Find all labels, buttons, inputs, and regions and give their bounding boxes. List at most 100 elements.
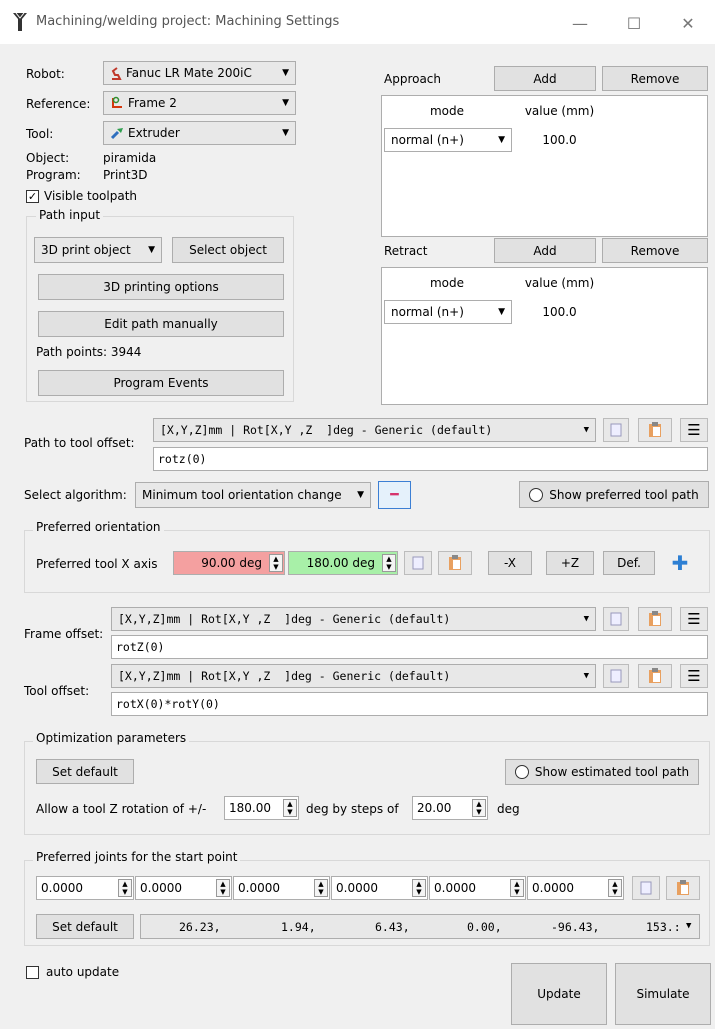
paste-icon[interactable] — [638, 664, 672, 688]
program-label: Program: — [26, 168, 81, 182]
joint-4-spinbox[interactable]: 0.0000 ▲ ▼ — [331, 876, 428, 900]
frame-offset-input[interactable]: rotZ(0) — [111, 635, 708, 659]
retract-value-cell[interactable]: 100.0 — [512, 300, 607, 324]
tool-offset-format-select[interactable]: [X,Y,Z]mm | Rot[X,Y ,Z ]deg - Generic (d… — [111, 664, 596, 688]
path-input-type-select[interactable]: 3D print object ▼ — [34, 237, 162, 263]
spin-arrows-icon[interactable]: ▲ ▼ — [412, 879, 426, 897]
approach-add-button[interactable]: Add — [494, 66, 596, 91]
reference-select-value: Frame 2 — [128, 96, 177, 110]
algorithm-select[interactable]: Minimum tool orientation change ▼ — [135, 482, 371, 508]
preferred-x-axis-value2-spinbox[interactable]: 180.00 deg ▲ ▼ — [288, 551, 398, 575]
copy-icon[interactable] — [603, 664, 629, 688]
joint-5-spinbox[interactable]: 0.0000 ▲ ▼ — [429, 876, 526, 900]
retract-col-mode: mode — [429, 276, 465, 290]
chevron-down-icon: ▼ — [148, 245, 155, 255]
simulate-button[interactable]: Simulate — [615, 963, 711, 1025]
plus-z-button[interactable]: +Z — [546, 551, 594, 575]
spin-arrows-icon[interactable]: ▲ ▼ — [510, 879, 524, 897]
spin-arrows-icon[interactable]: ▲ ▼ — [118, 879, 132, 897]
step-spinbox[interactable]: 20.00 ▲ ▼ — [412, 796, 488, 820]
tool-icon — [110, 126, 124, 140]
approach-mode-select[interactable]: normal (n+) ▼ — [384, 128, 512, 152]
app-logo-icon — [12, 12, 28, 32]
robot-label: Robot: — [26, 67, 65, 81]
preferred-orientation-title: Preferred orientation — [33, 520, 164, 534]
window-title: Machining/welding project: Machining Set… — [36, 14, 340, 29]
copy-icon[interactable] — [603, 418, 629, 442]
copy-icon[interactable] — [632, 876, 660, 900]
default-orientation-button[interactable]: Def. — [603, 551, 655, 575]
add-orientation-icon[interactable]: ✚ — [668, 551, 692, 575]
joint-1-spinbox[interactable]: 0.0000 ▲ ▼ — [36, 876, 134, 900]
auto-update-checkbox[interactable] — [26, 966, 39, 979]
update-button[interactable]: Update — [511, 963, 607, 1025]
current-joints-select[interactable]: 26.23, 1.94, 6.43, 0.00, -96.43, 153.: ▼ — [140, 914, 700, 939]
select-object-button[interactable]: Select object — [172, 237, 284, 263]
close-button[interactable]: ✕ — [668, 10, 708, 36]
retract-add-button[interactable]: Add — [494, 238, 596, 263]
tool-offset-input[interactable]: rotX(0)*rotY(0) — [111, 692, 708, 716]
preferred-x-axis-value1-spinbox[interactable]: 90.00 deg ▲ ▼ — [173, 551, 285, 575]
retract-remove-button[interactable]: Remove — [602, 238, 708, 263]
show-preferred-tool-path-button[interactable]: Show preferred tool path — [519, 481, 709, 508]
spin-arrows-icon[interactable]: ▲ ▼ — [216, 879, 230, 897]
joint-3-spinbox[interactable]: 0.0000 ▲ ▼ — [233, 876, 330, 900]
maximize-button[interactable]: ☐ — [614, 10, 654, 36]
copy-icon[interactable] — [404, 551, 432, 575]
current-joint-6: 153.: — [646, 920, 681, 934]
tool-select[interactable]: Extruder ▼ — [103, 121, 296, 145]
path-to-tool-offset-format-select[interactable]: [X,Y,Z]mm | Rot[X,Y ,Z ]deg - Generic (d… — [153, 418, 596, 442]
algorithm-value: Minimum tool orientation change — [142, 488, 342, 502]
copy-icon[interactable] — [603, 607, 629, 631]
minimize-button[interactable]: — — [560, 10, 600, 36]
spin-arrows-icon[interactable]: ▲ ▼ — [283, 799, 297, 817]
joint-6-spinbox[interactable]: 0.0000 ▲ ▼ — [527, 876, 624, 900]
approach-value-cell[interactable]: 100.0 — [512, 128, 607, 152]
menu-icon[interactable]: ☰ — [680, 607, 708, 631]
paste-icon[interactable] — [666, 876, 700, 900]
rotation-spinbox[interactable]: 180.00 ▲ ▼ — [224, 796, 299, 820]
tool-select-value: Extruder — [128, 126, 180, 140]
program-events-button[interactable]: Program Events — [38, 370, 284, 396]
path-to-tool-offset-label: Path to tool offset: — [24, 436, 135, 450]
joint-4-value: 0.0000 — [336, 881, 378, 895]
show-estimated-tool-path-button[interactable]: Show estimated tool path — [505, 759, 699, 785]
spin-arrows-icon[interactable]: ▲ ▼ — [472, 799, 486, 817]
joint-2-spinbox[interactable]: 0.0000 ▲ ▼ — [135, 876, 232, 900]
show-estimated-tool-path-label: Show estimated tool path — [534, 765, 690, 779]
spin-arrows-icon[interactable]: ▲ ▼ — [608, 879, 622, 897]
spin-arrows-icon[interactable]: ▲ ▼ — [382, 554, 396, 572]
chevron-down-icon: ▼ — [498, 307, 505, 317]
joints-set-default-button[interactable]: Set default — [36, 914, 134, 939]
approach-remove-button[interactable]: Remove — [602, 66, 708, 91]
minus-x-button[interactable]: -X — [488, 551, 532, 575]
paste-icon[interactable] — [638, 418, 672, 442]
reference-select[interactable]: Frame 2 ▼ — [103, 91, 296, 115]
menu-icon[interactable]: ☰ — [680, 418, 708, 442]
approach-label: Approach — [384, 72, 442, 86]
current-joint-4: 0.00, — [467, 920, 502, 934]
frame-offset-label: Frame offset: — [24, 627, 104, 641]
menu-icon[interactable]: ☰ — [680, 664, 708, 688]
chevron-down-icon: ▼ — [357, 490, 364, 500]
optimization-set-default-button[interactable]: Set default — [36, 759, 134, 784]
program-value: Print3D — [103, 168, 148, 182]
approach-col-mode: mode — [429, 104, 465, 118]
frame-offset-format: [X,Y,Z]mm | Rot[X,Y ,Z ]deg - Generic (d… — [118, 612, 451, 626]
paste-icon[interactable] — [638, 607, 672, 631]
path-to-tool-offset-input[interactable]: rotz(0) — [153, 447, 708, 471]
path-to-tool-offset-format: [X,Y,Z]mm | Rot[X,Y ,Z ]deg - Generic (d… — [160, 423, 493, 437]
edit-path-manually-button[interactable]: Edit path manually — [38, 311, 284, 337]
spin-arrows-icon[interactable]: ▲ ▼ — [269, 554, 283, 572]
retract-col-value: value (mm) — [524, 276, 595, 290]
remove-algorithm-button[interactable]: ━ — [378, 481, 411, 509]
paste-icon[interactable] — [438, 551, 472, 575]
3d-printing-options-button[interactable]: 3D printing options — [38, 274, 284, 300]
retract-mode-select[interactable]: normal (n+) ▼ — [384, 300, 512, 324]
visible-toolpath-checkbox[interactable]: ✓ — [26, 190, 39, 203]
spin-arrows-icon[interactable]: ▲ ▼ — [314, 879, 328, 897]
joint-1-value: 0.0000 — [41, 881, 83, 895]
frame-offset-format-select[interactable]: [X,Y,Z]mm | Rot[X,Y ,Z ]deg - Generic (d… — [111, 607, 596, 631]
visible-toolpath-label: Visible toolpath — [44, 189, 138, 203]
robot-select[interactable]: Fanuc LR Mate 200iC ▼ — [103, 61, 296, 85]
